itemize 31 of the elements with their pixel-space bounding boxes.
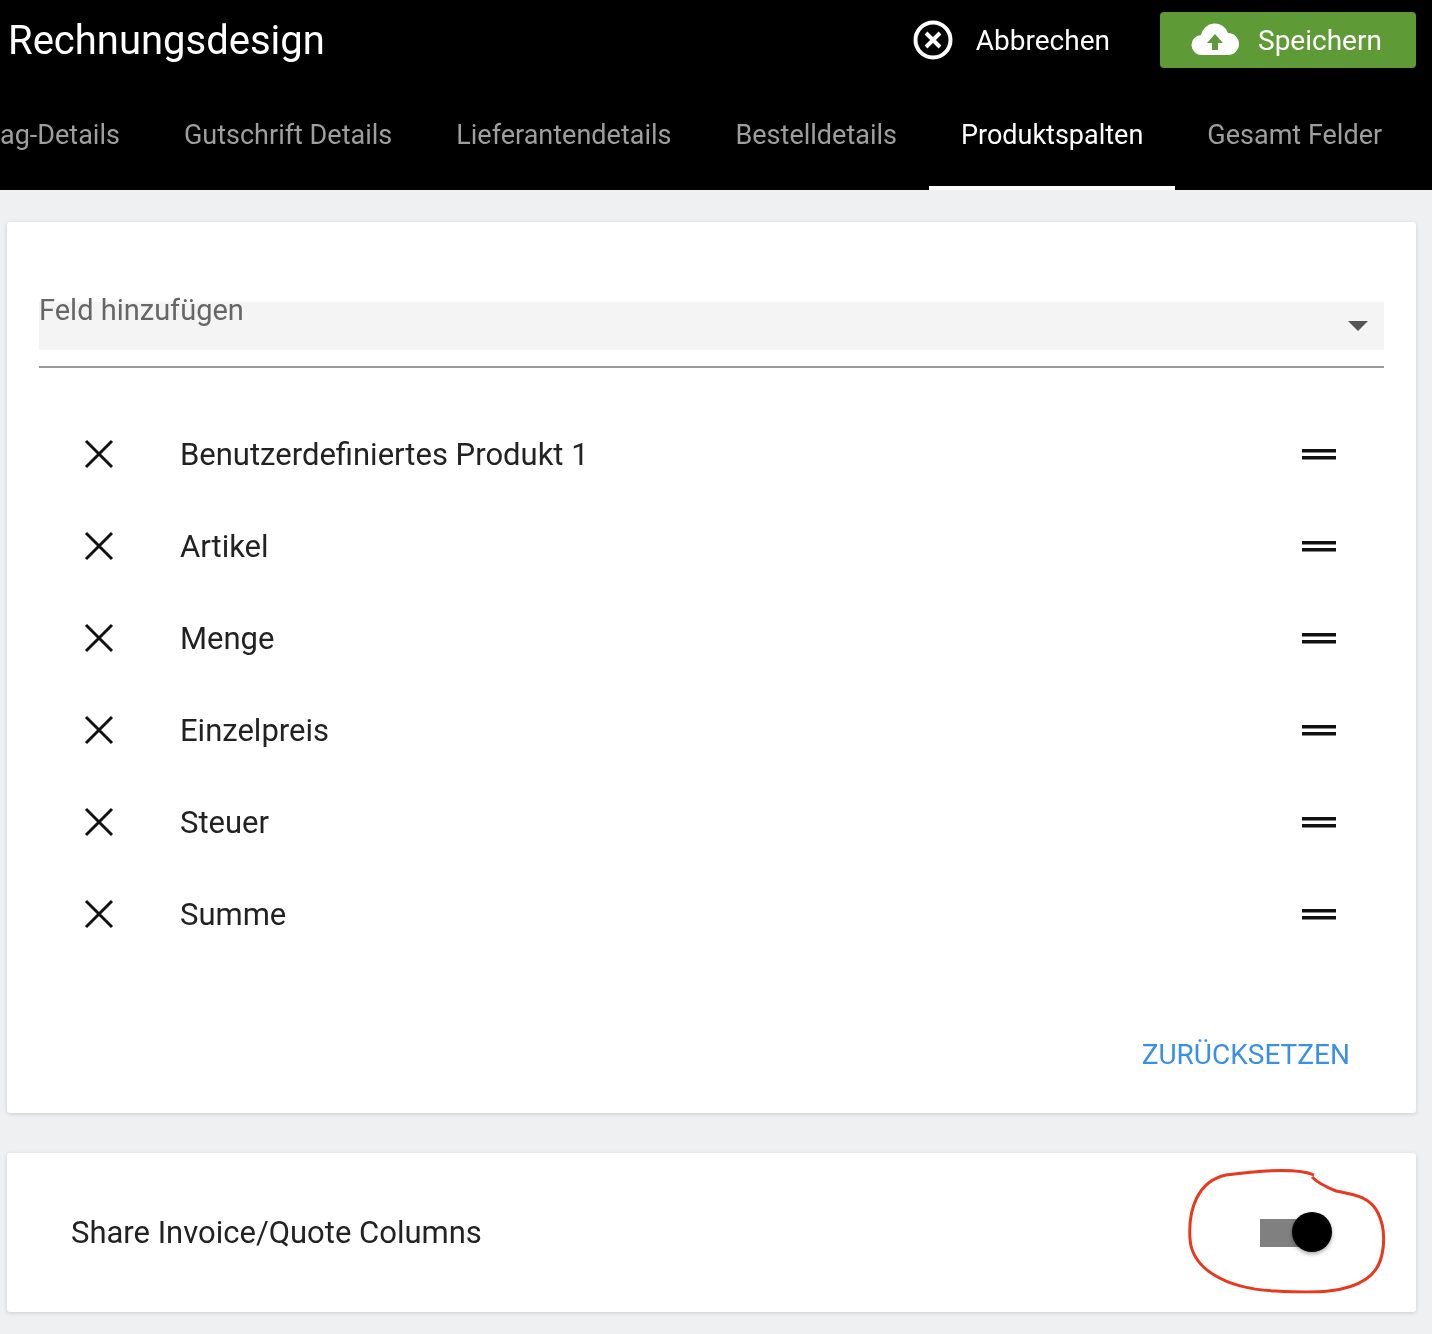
remove-icon[interactable] (84, 439, 114, 469)
remove-icon[interactable] (84, 715, 114, 745)
setting-label: Share Invoice/Quote Columns (71, 1214, 482, 1251)
tab[interactable]: Gesamt Felder (1175, 80, 1415, 190)
drag-handle-icon[interactable] (1302, 723, 1336, 737)
tab[interactable]: Produktspalten (929, 80, 1176, 190)
column-name: Benutzerdefiniertes Produkt 1 (180, 435, 590, 473)
drag-handle-icon[interactable] (1302, 815, 1336, 829)
column-name: Menge (180, 619, 276, 657)
remove-icon[interactable] (84, 531, 114, 561)
dropdown-caret-icon (1348, 321, 1368, 331)
page-title: Rechnungsdesign (8, 16, 325, 64)
drag-handle-icon[interactable] (1302, 447, 1336, 461)
close-icon (911, 19, 954, 61)
tab[interactable]: Gutschrift Details (151, 80, 425, 190)
column-name: Artikel (180, 527, 270, 565)
drag-handle-icon[interactable] (1302, 631, 1336, 645)
drag-handle-icon[interactable] (1302, 907, 1336, 921)
tab[interactable]: Lieferantendetails (424, 80, 704, 190)
cancel-button[interactable]: Abbrechen (911, 19, 1110, 61)
remove-icon[interactable] (84, 899, 114, 929)
tab[interactable]: Bestelldetails (703, 80, 929, 190)
cloud-upload-icon (1190, 23, 1240, 57)
add-field-select[interactable]: Feld hinzufügen (39, 290, 1384, 368)
tab[interactable]: ag-Details (0, 80, 152, 190)
remove-icon[interactable] (84, 623, 114, 653)
column-name: Einzelpreis (180, 711, 330, 749)
column-name: Summe (180, 895, 288, 933)
drag-handle-icon[interactable] (1302, 539, 1336, 553)
remove-icon[interactable] (84, 807, 114, 837)
column-name: Steuer (180, 803, 271, 841)
